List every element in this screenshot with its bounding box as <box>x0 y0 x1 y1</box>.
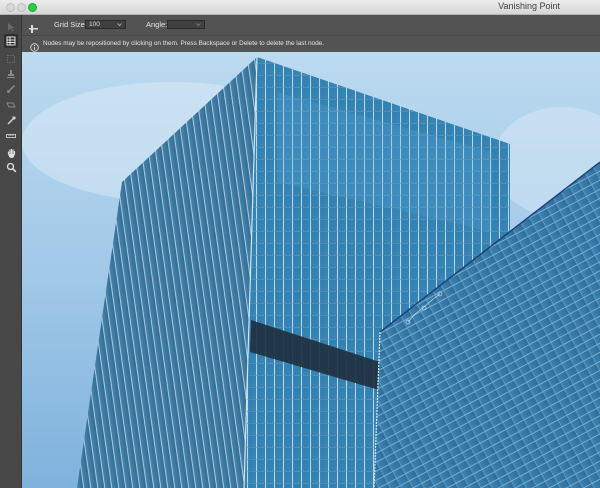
image-canvas[interactable] <box>22 52 600 488</box>
chevron-down-icon <box>196 22 201 29</box>
close-button[interactable] <box>6 3 15 12</box>
stamp-tool-icon[interactable] <box>4 67 18 81</box>
measure-tool-icon[interactable] <box>4 129 18 143</box>
tool-sidebar <box>0 15 22 488</box>
angle-input[interactable] <box>167 20 205 29</box>
chevron-down-icon <box>117 22 122 29</box>
grid-size-label: Grid Size: <box>54 20 87 29</box>
zoom-tool-icon[interactable] <box>4 160 18 174</box>
marquee-tool-icon[interactable] <box>4 52 18 66</box>
transform-tool-icon[interactable] <box>4 98 18 112</box>
edit-plane-tool-icon[interactable] <box>4 20 18 34</box>
hand-tool-icon[interactable] <box>4 146 18 160</box>
title-bar: Vanishing Point <box>0 0 600 15</box>
eyedropper-tool-icon[interactable] <box>4 114 18 128</box>
status-message: Nodes may be repositioned by clicking on… <box>43 40 324 47</box>
building-photo <box>22 52 600 488</box>
grid-size-value: 100 <box>89 21 100 28</box>
options-bar: Grid Size: 100 Angle: <box>22 15 600 35</box>
angle-label: Angle: <box>146 20 168 29</box>
message-bar: Nodes may be repositioned by clicking on… <box>22 35 600 52</box>
grid-size-input[interactable]: 100 <box>85 20 126 29</box>
create-plane-tool-icon[interactable] <box>4 34 18 48</box>
zoom-button[interactable] <box>28 3 37 12</box>
minimize-button[interactable] <box>17 3 26 12</box>
window-title: Vanishing Point <box>498 1 560 11</box>
brush-tool-icon[interactable] <box>4 82 18 96</box>
